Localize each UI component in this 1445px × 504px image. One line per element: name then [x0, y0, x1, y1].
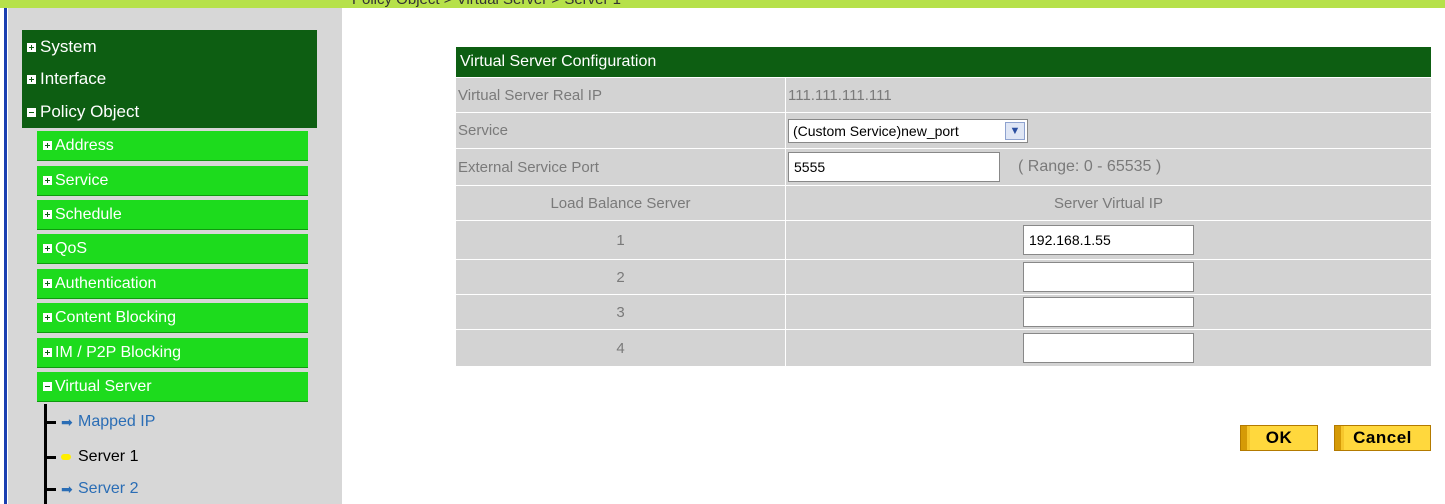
sidebar-top-menu: System Interface Policy Object [22, 30, 317, 128]
sidebar-item-content-blocking[interactable]: Content Blocking [37, 303, 308, 333]
sidebar-item-label: Service [55, 171, 109, 189]
sidebar-item-label: Authentication [55, 274, 157, 292]
server-index: 3 [456, 295, 786, 329]
sidebar-leaf-label: Server 1 [78, 448, 139, 465]
plus-icon [43, 141, 52, 150]
minus-icon [43, 382, 52, 391]
server-row: 3 [456, 294, 1431, 329]
service-select[interactable]: (Custom Service)new_port ▼ [788, 118, 1028, 143]
breadcrumb: Policy Object > Virtual Server > Server … [352, 0, 621, 8]
minus-icon [27, 107, 36, 117]
sidebar-leaf-label: Server 2 [78, 480, 139, 497]
sidebar-item-label: QoS [55, 239, 88, 257]
external-port-cell: 5555 ( Range: 0 - 65535 ) [786, 149, 1431, 185]
server-ip-cell [786, 330, 1431, 366]
server-ip-cell [786, 260, 1431, 294]
sidebar-item-label: Policy Object [40, 102, 140, 121]
sidebar-item-im-p2p-blocking[interactable]: IM / P2P Blocking [37, 338, 308, 368]
server-ip-input[interactable] [1023, 297, 1194, 327]
plus-icon [27, 74, 36, 84]
tree-branch [44, 455, 56, 459]
ok-button[interactable]: OK [1240, 425, 1318, 451]
sidebar-item-qos[interactable]: QoS [37, 234, 308, 264]
external-port-row: External Service Port 5555 ( Range: 0 - … [456, 148, 1431, 185]
sidebar-item-label: Content Blocking [55, 308, 176, 326]
left-edge [0, 8, 8, 504]
server-index: 4 [456, 330, 786, 366]
sidebar-item-label: System [40, 37, 97, 56]
server-virtual-ip-header: Server Virtual IP [1054, 194, 1163, 212]
arrow-icon: ➡ [61, 413, 73, 430]
server-row: 2 [456, 259, 1431, 294]
real-ip-row: Virtual Server Real IP 111.111.111.111 [456, 77, 1431, 112]
sidebar-item-policy-object[interactable]: Policy Object [22, 97, 139, 127]
sidebar-item-label: Schedule [55, 205, 122, 223]
plus-icon [43, 244, 52, 253]
service-selected-value: (Custom Service)new_port [793, 122, 959, 139]
sidebar-item-label: Virtual Server [55, 377, 152, 395]
real-ip-label: Virtual Server Real IP [456, 78, 786, 112]
active-dot-icon [61, 454, 71, 460]
sidebar-item-authentication[interactable]: Authentication [37, 269, 308, 299]
sidebar-item-service[interactable]: Service [37, 166, 308, 196]
plus-icon [27, 42, 36, 52]
server-ip-input[interactable]: 192.168.1.55 [1023, 225, 1194, 255]
sidebar-leaf-mapped-ip[interactable]: ➡ Mapped IP [44, 407, 155, 437]
service-label: Service [456, 113, 786, 148]
sidebar-leaf-server-2[interactable]: ➡ Server 2 [44, 474, 138, 504]
server-index: 1 [456, 221, 786, 259]
server-row: 4 [456, 329, 1431, 366]
plus-icon [43, 313, 52, 322]
sidebar-leaf-label: Mapped IP [78, 413, 156, 430]
server-table-header: Load Balance Server Server Virtual IP [456, 185, 1431, 220]
server-ip-cell [786, 295, 1431, 329]
server-index: 2 [456, 260, 786, 294]
sidebar-item-label: Interface [40, 69, 107, 88]
sidebar-item-system[interactable]: System [22, 32, 97, 62]
service-cell: (Custom Service)new_port ▼ [786, 113, 1431, 148]
real-ip-value: 111.111.111.111 [788, 86, 892, 104]
virtual-server-config-panel: Virtual Server Configuration Virtual Ser… [456, 47, 1431, 366]
sidebar-item-label: Address [55, 136, 114, 154]
sidebar-item-schedule[interactable]: Schedule [37, 200, 308, 230]
sidebar-item-label: IM / P2P Blocking [55, 343, 181, 361]
cancel-button[interactable]: Cancel [1334, 425, 1431, 451]
service-row: Service (Custom Service)new_port ▼ [456, 112, 1431, 148]
chevron-down-icon[interactable]: ▼ [1005, 121, 1025, 140]
panel-title: Virtual Server Configuration [456, 47, 1431, 77]
arrow-icon: ➡ [61, 480, 73, 497]
plus-icon [43, 279, 52, 288]
sidebar-item-interface[interactable]: Interface [22, 64, 106, 94]
top-banner: Policy Object > Virtual Server > Server … [0, 0, 1445, 8]
tree-branch [44, 420, 56, 424]
sidebar-item-virtual-server[interactable]: Virtual Server [37, 372, 308, 402]
plus-icon [43, 176, 52, 185]
server-ip-cell: 192.168.1.55 [786, 221, 1431, 259]
plus-icon [43, 210, 52, 219]
tree-branch [44, 487, 56, 491]
server-row: 1 192.168.1.55 [456, 220, 1431, 259]
sidebar-leaf-server-1[interactable]: Server 1 [44, 442, 138, 472]
external-port-label: External Service Port [456, 149, 786, 185]
plus-icon [43, 348, 52, 357]
external-port-input[interactable]: 5555 [788, 152, 1000, 182]
server-ip-input[interactable] [1023, 333, 1194, 363]
load-balance-header: Load Balance Server [456, 186, 786, 220]
server-ip-input[interactable] [1023, 262, 1194, 292]
sidebar-item-address[interactable]: Address [37, 131, 308, 161]
port-range-hint: ( Range: 0 - 65535 ) [1018, 158, 1162, 175]
left-edge-bar [4, 8, 7, 504]
